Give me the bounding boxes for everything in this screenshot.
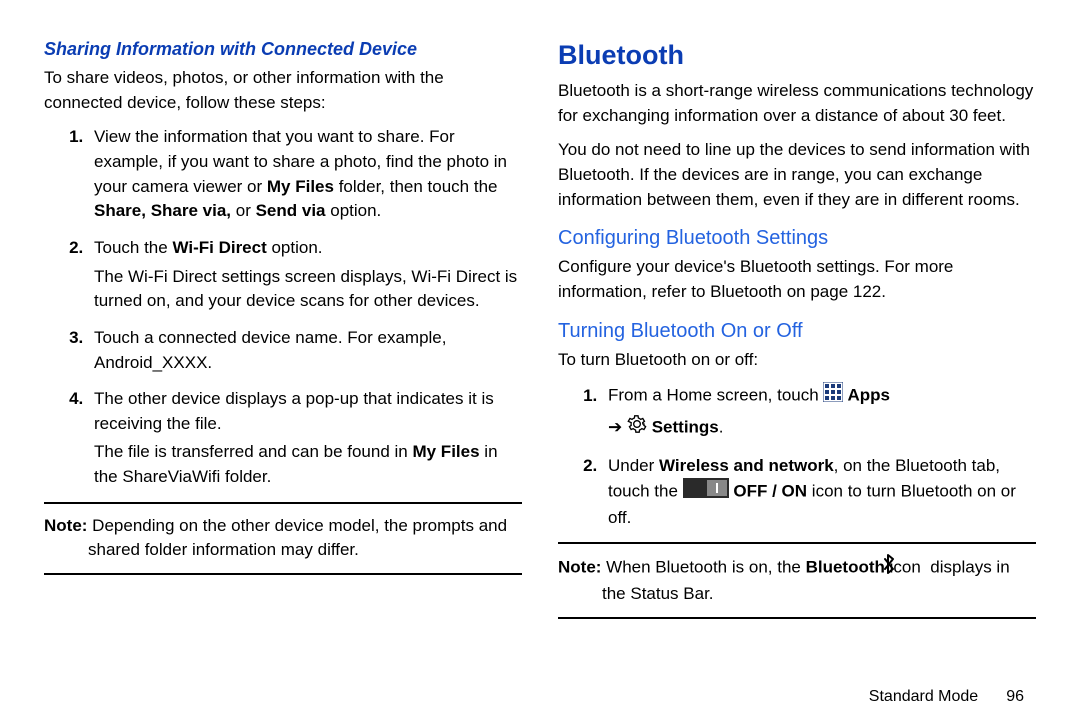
left-note: Note: Depending on the other device mode… (44, 514, 522, 563)
text: Touch the (94, 238, 172, 257)
bluetooth-ref: Bluetooth (710, 282, 782, 301)
wifi-direct-label: Wi-Fi Direct (172, 238, 266, 257)
right-step1: From a Home screen, touch Apps ➔ Setting… (602, 382, 1036, 441)
left-column: Sharing Information with Connected Devic… (44, 36, 522, 668)
configuring-body: Configure your device's Bluetooth settin… (558, 255, 1036, 304)
right-step2: Under Wireless and network, on the Bluet… (602, 454, 1036, 531)
configuring-heading: Configuring Bluetooth Settings (558, 224, 1036, 253)
apps-label: Apps (843, 386, 890, 405)
left-step2: Touch the Wi-Fi Direct option. The Wi-Fi… (88, 236, 522, 314)
footer-page-number: 96 (1006, 688, 1024, 705)
turning-heading: Turning Bluetooth On or Off (558, 317, 1036, 346)
settings-icon (627, 414, 647, 442)
note-label: Note: (558, 558, 606, 577)
right-intro1: Bluetooth is a short-range wireless comm… (558, 79, 1036, 128)
text: folder, then touch the (334, 177, 498, 196)
right-note: Note: When Bluetooth is on, the Bluetoot… (558, 554, 1036, 606)
left-step2-sub: The Wi-Fi Direct settings screen display… (94, 265, 522, 314)
divider (558, 542, 1036, 544)
sendvia-label: Send via (256, 201, 326, 220)
divider (44, 573, 522, 575)
arrow: ➔ (608, 417, 627, 436)
my-files-label-2: My Files (412, 442, 479, 461)
page-content: Sharing Information with Connected Devic… (0, 0, 1080, 688)
wireless-network-label: Wireless and network (659, 456, 834, 475)
text: From a Home screen, touch (608, 386, 823, 405)
my-files-label: My Files (267, 177, 334, 196)
left-heading: Sharing Information with Connected Devic… (44, 36, 522, 62)
footer-section: Standard Mode (869, 688, 978, 705)
share-label: Share, Share via, (94, 201, 231, 220)
note-label: Note: (44, 516, 92, 535)
off-on-toggle-icon (683, 478, 729, 506)
left-step4-sub: The file is transferred and can be found… (94, 440, 522, 489)
right-intro2: You do not need to line up the devices t… (558, 138, 1036, 212)
note-body: Depending on the other device model, the… (88, 516, 507, 560)
text: The other device displays a pop-up that … (94, 389, 494, 433)
right-steps: From a Home screen, touch Apps ➔ Setting… (558, 382, 1036, 530)
text: . (719, 417, 724, 436)
left-step1: View the information that you want to sh… (88, 125, 522, 224)
text: Under (608, 456, 659, 475)
divider (44, 502, 522, 504)
text: or (231, 201, 256, 220)
text: When Bluetooth is on, the (606, 558, 805, 577)
right-heading: Bluetooth (558, 36, 1036, 75)
bluetooth-label: Bluetooth (806, 558, 885, 577)
page-footer: Standard Mode 96 (0, 688, 1080, 706)
turning-intro: To turn Bluetooth on or off: (558, 348, 1036, 373)
left-intro: To share videos, photos, or other inform… (44, 66, 522, 115)
divider (558, 617, 1036, 619)
right-column: Bluetooth Bluetooth is a short-range wir… (558, 36, 1036, 668)
text: on page 122. (782, 282, 886, 301)
settings-label: Settings (652, 417, 719, 436)
text: option. (326, 201, 382, 220)
text: option. (267, 238, 323, 257)
left-step4: The other device displays a pop-up that … (88, 387, 522, 490)
text: The file is transferred and can be found… (94, 442, 412, 461)
off-on-label: OFF / ON (729, 482, 807, 501)
left-steps: View the information that you want to sh… (44, 125, 522, 489)
left-step3: Touch a connected device name. For examp… (88, 326, 522, 375)
right-step1-sub: ➔ Settings. (608, 414, 1036, 442)
apps-icon (823, 382, 843, 410)
